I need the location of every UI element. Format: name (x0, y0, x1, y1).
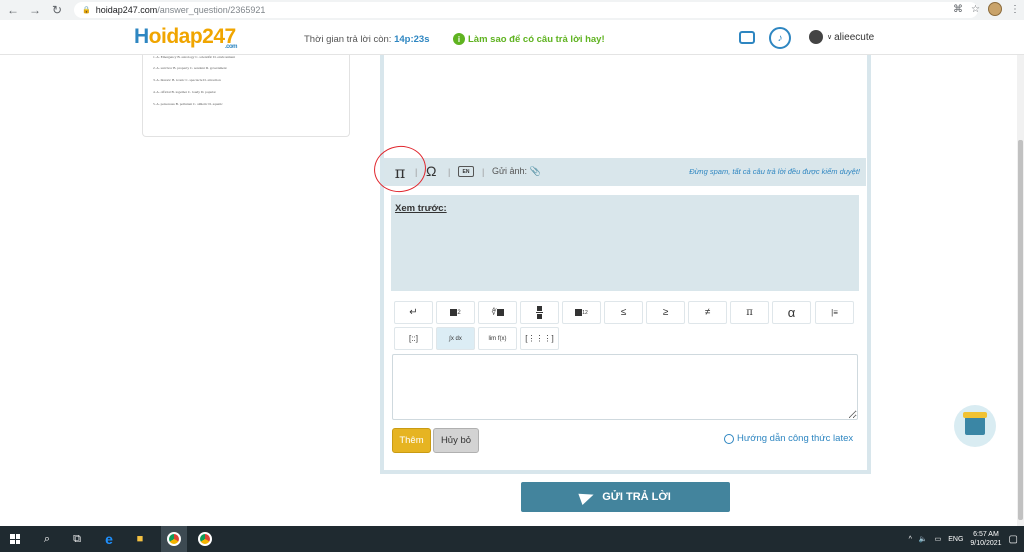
translate-icon[interactable]: ⌘ (953, 4, 963, 15)
add-button[interactable]: Thêm (392, 428, 431, 453)
user-avatar (809, 30, 823, 44)
site-header: Hoidap247 .com Thời gian trả lời còn: 14… (0, 20, 1024, 55)
chrome-icon[interactable] (165, 530, 183, 548)
lock-icon: 🔒 (82, 7, 91, 14)
square-icon (450, 309, 458, 316)
chat-icon[interactable] (739, 31, 755, 44)
forward-icon[interactable]: → (26, 1, 44, 19)
latex-help-link[interactable]: Hướng dẫn công thức latex (724, 433, 853, 444)
scrollbar-thumb[interactable] (1018, 140, 1023, 520)
system-tray: ^ 🔈 ▭ ENG 6:57 AM 9/10/2021 ▢ (909, 526, 1024, 552)
search-icon[interactable]: ⌕ (38, 530, 56, 548)
math-btn-matrix[interactable]: [⋮⋮⋮] (520, 327, 559, 350)
question-line: 5. A. poisonous B. pollutant C. athletic… (153, 102, 223, 106)
cancel-button[interactable]: Hủy bỏ (433, 428, 479, 453)
notification-icon[interactable]: ▢ (1009, 534, 1018, 545)
edge-icon[interactable]: e (100, 530, 118, 548)
math-btn-subscript[interactable]: 12 (562, 301, 601, 324)
math-btn-integral[interactable]: ∫x dx (436, 327, 475, 350)
chrome-profile-icon[interactable] (196, 530, 214, 548)
math-btn-fraction[interactable] (520, 301, 559, 324)
info-icon: i (453, 33, 465, 45)
logo-first-letter: H (134, 25, 149, 48)
math-btn-limit[interactable]: lim f(x) (478, 327, 517, 350)
user-menu[interactable]: ∨ alieecute (809, 30, 874, 44)
network-icon[interactable]: ▭ (935, 535, 942, 543)
clock-date: 9/10/2021 (970, 540, 1002, 547)
math-btn-newline[interactable]: ↵ (394, 301, 433, 324)
url-path: /answer_question/2365921 (157, 5, 266, 15)
math-btn-alpha[interactable]: α (772, 301, 811, 324)
volume-icon[interactable]: 🔈 (919, 535, 928, 543)
site-logo[interactable]: Hoidap247 .com (134, 25, 238, 50)
windows-taskbar: ⌕ ⧉ e ■ ^ 🔈 ▭ ENG 6:57 AM 9/10/2021 ▢ (0, 526, 1024, 552)
fraction-icon (536, 306, 543, 319)
logo-com: .com (225, 44, 238, 50)
math-btn-system[interactable]: |≡ (815, 301, 854, 324)
timer-label: Thời gian trả lời còn: (304, 34, 392, 45)
submit-label: GỬI TRẢ LỜI (602, 491, 671, 503)
math-btn-geq[interactable]: ≥ (646, 301, 685, 324)
upload-image-button[interactable]: Gửi ảnh: 📎 (492, 166, 541, 177)
question-line: 1. A. Emergency B. astrology C. scientif… (153, 55, 236, 59)
toolbar-divider: | (448, 167, 451, 177)
gift-icon[interactable] (954, 405, 996, 447)
toolbar-divider: | (482, 167, 485, 177)
tip-text: Làm sao để có câu trả lời hay! (468, 33, 605, 45)
question-line: 3. A. historic B. iconic C. spectacle D.… (153, 78, 221, 82)
math-btn-pi[interactable]: π (730, 301, 769, 324)
windows-start-icon[interactable] (6, 530, 24, 548)
question-line: 2. A. survivor B. property C. sendant D.… (153, 66, 227, 70)
square-icon (496, 309, 504, 316)
preview-label: Xem trước: (395, 203, 447, 214)
preview-panel: Xem trước: (391, 195, 859, 291)
math-btn-leq[interactable]: ≤ (604, 301, 643, 324)
chevron-down-icon: ∨ (827, 34, 833, 41)
url-host: hoidap247.com (95, 5, 158, 15)
clock[interactable]: 6:57 AM 9/10/2021 (970, 530, 1001, 548)
math-btn-superscript[interactable]: 2 (436, 301, 475, 324)
reload-icon[interactable]: ↻ (48, 1, 66, 19)
username: alieecute (834, 31, 875, 43)
moderation-notice: Đừng spam, tất cả câu trả lời đều được k… (689, 167, 860, 176)
keyboard-icon[interactable]: EN (458, 166, 474, 177)
chevron-up-icon[interactable]: ^ (909, 536, 912, 543)
paperclip-icon: 📎 (529, 166, 541, 176)
math-btn-matrix-bracket[interactable]: [::] (394, 327, 433, 350)
answer-tip-link[interactable]: i Làm sao để có câu trả lời hay! (453, 33, 605, 45)
special-chars-button[interactable]: Ω (426, 163, 436, 179)
file-explorer-icon[interactable]: ■ (131, 530, 149, 548)
task-view-icon[interactable]: ⧉ (68, 530, 86, 548)
question-line: 4. A. official B. together C. loudy D. p… (153, 90, 216, 94)
menu-dots-icon[interactable]: ⋮ (1010, 4, 1020, 15)
clock-time: 6:57 AM (973, 531, 999, 538)
language-indicator[interactable]: ENG (948, 536, 963, 543)
address-bar[interactable]: 🔒 hoidap247.com /answer_question/2365921 (74, 2, 978, 18)
profile-avatar[interactable] (988, 2, 1002, 16)
timer-value: 14p:23s (394, 34, 430, 45)
browser-actions: ⌘ ☆ ⋮ (953, 2, 1020, 16)
answer-timer: Thời gian trả lời còn: 14p:23s (304, 34, 429, 45)
lightbulb-icon (724, 433, 734, 444)
question-image-card: 1. A. Emergency B. astrology C. scientif… (142, 55, 350, 137)
send-icon (578, 488, 596, 506)
latex-help-text: Hướng dẫn công thức latex (737, 433, 854, 444)
math-btn-root[interactable]: ∜ (478, 301, 517, 324)
answer-textarea[interactable] (392, 354, 858, 420)
square-icon (575, 309, 583, 316)
math-btn-neq[interactable]: ≠ (688, 301, 727, 324)
editor-toolbar: π | Ω | EN | Gửi ảnh: 📎 Đừng spam, tất c… (384, 158, 866, 186)
back-icon[interactable]: ← (4, 1, 22, 19)
logo-text: oidap247 (148, 25, 237, 48)
bookmark-star-icon[interactable]: ☆ (971, 4, 980, 15)
upload-label: Gửi ảnh: (492, 166, 528, 176)
bell-icon[interactable]: ♪ (769, 27, 791, 49)
enter-icon: ↵ (409, 307, 418, 318)
submit-answer-button[interactable]: GỬI TRẢ LỜI (521, 482, 730, 512)
